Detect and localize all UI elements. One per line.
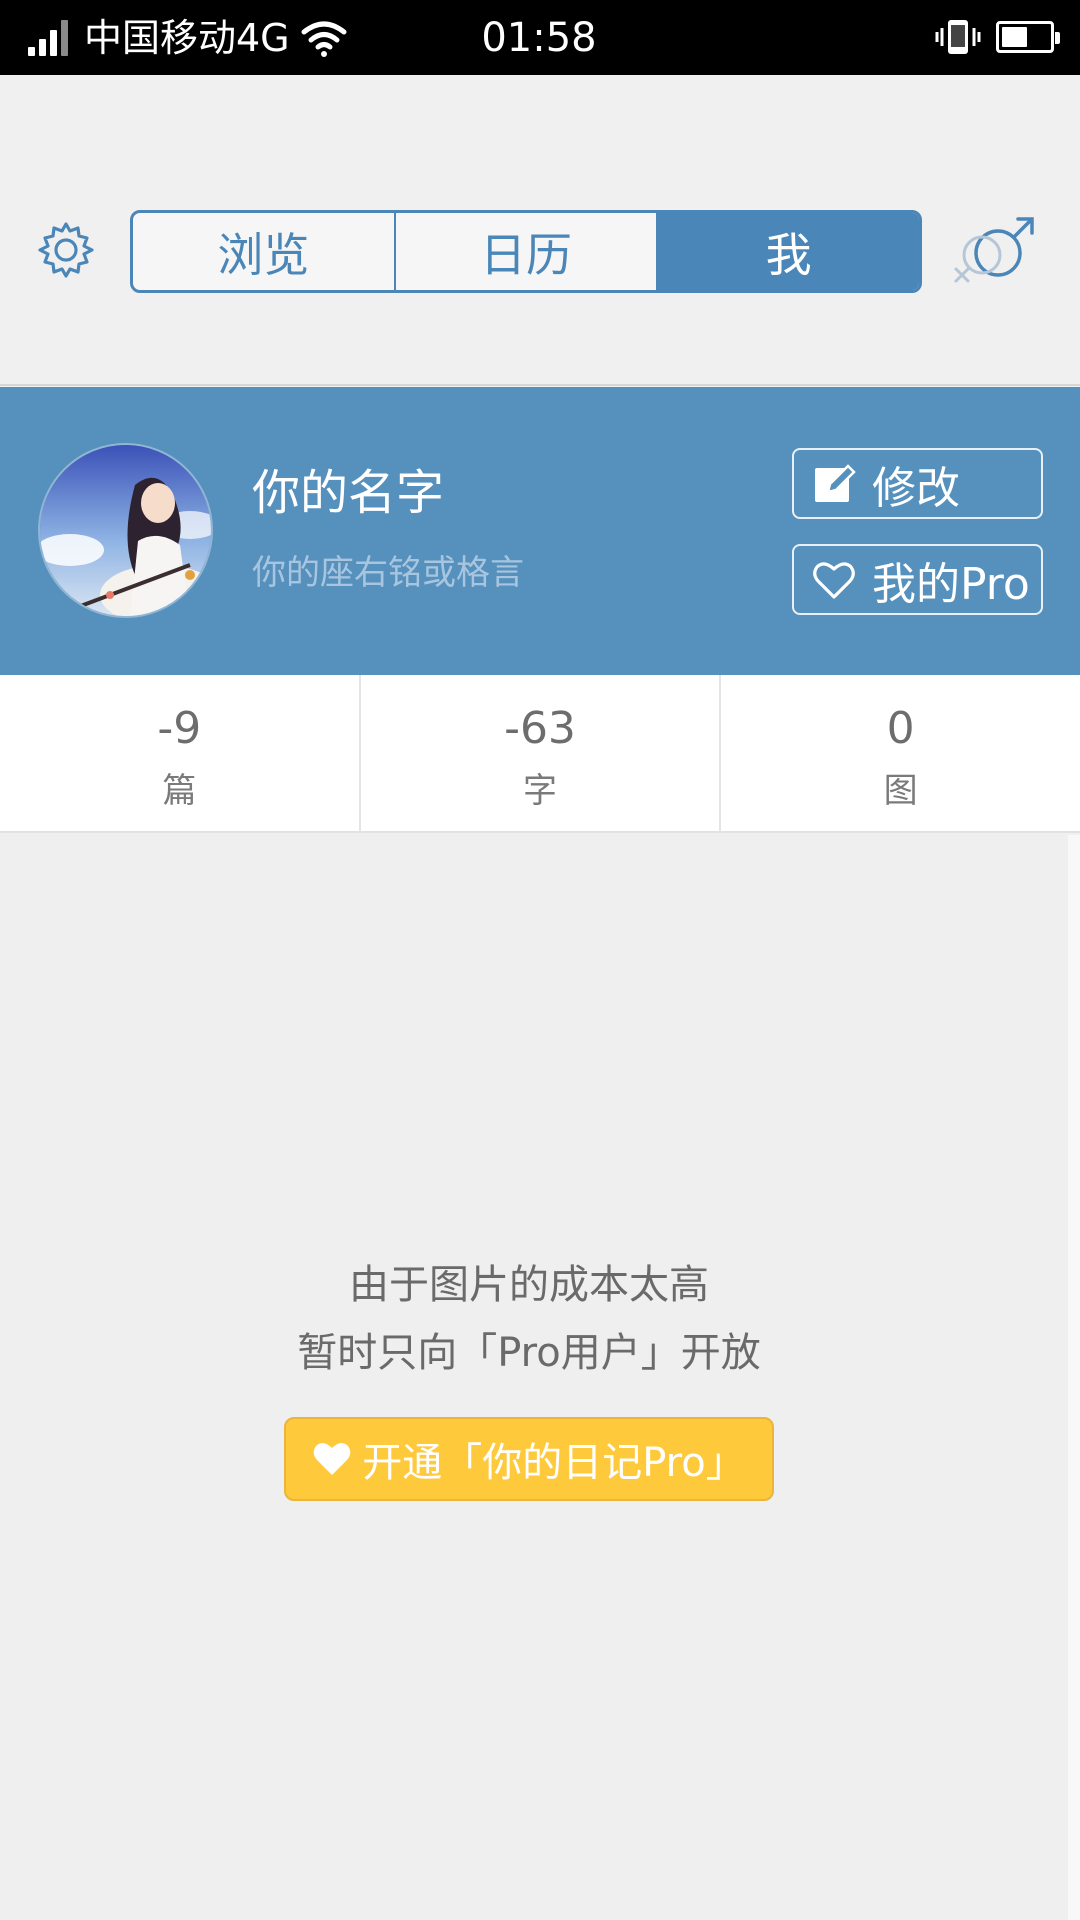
status-bar: 中国移动4G 01:58 [0,0,1080,75]
user-motto: 你的座右铭或格言 [252,553,524,593]
gender-icon[interactable] [950,215,1042,295]
scroll-track [1068,835,1080,1920]
stat-value: -63 [504,703,576,754]
stat-value: 0 [886,703,915,754]
stat-images[interactable]: 0 图 [721,675,1080,831]
upgrade-pro-button[interactable]: 开通「你的日记Pro」 [284,1417,774,1501]
gear-icon[interactable] [36,220,96,280]
pro-notice-line2: 暂时只向「Pro用户」开放 [297,1330,761,1376]
stats-row: -9 篇 -63 字 0 图 [0,675,1080,833]
stat-label: 篇 [162,771,197,811]
my-pro-label: 我的Pro [872,558,1030,610]
tab-switcher: 浏览 日历 我 [130,210,922,293]
pro-notice-line1: 由于图片的成本太高 [349,1262,709,1308]
stat-label: 字 [523,771,557,811]
edit-profile-button[interactable]: 修改 [792,448,1043,519]
stat-posts[interactable]: -9 篇 [0,675,361,831]
clock: 01:58 [481,15,597,61]
battery-icon [996,21,1060,53]
stat-value: -9 [157,703,202,754]
tab-calendar[interactable]: 日历 [396,213,659,290]
profile-banner: 你的名字 你的座右铭或格言 修改 我的Pro [0,387,1080,675]
edit-label: 修改 [872,462,960,514]
my-pro-button[interactable]: 我的Pro [792,544,1043,615]
stat-words[interactable]: -63 字 [361,675,722,831]
user-name: 你的名字 [252,465,445,521]
heart-icon [813,561,855,599]
avatar[interactable] [38,443,213,618]
edit-icon [815,463,856,502]
tab-me[interactable]: 我 [658,213,919,290]
stat-label: 图 [883,771,918,811]
top-header: 浏览 日历 我 [0,75,1080,386]
battery-fill [1002,27,1027,47]
vibrate-icon [935,20,981,54]
upgrade-label: 开通「你的日记Pro」 [362,1440,746,1486]
tab-browse[interactable]: 浏览 [133,213,396,290]
heart-icon [313,1442,351,1475]
